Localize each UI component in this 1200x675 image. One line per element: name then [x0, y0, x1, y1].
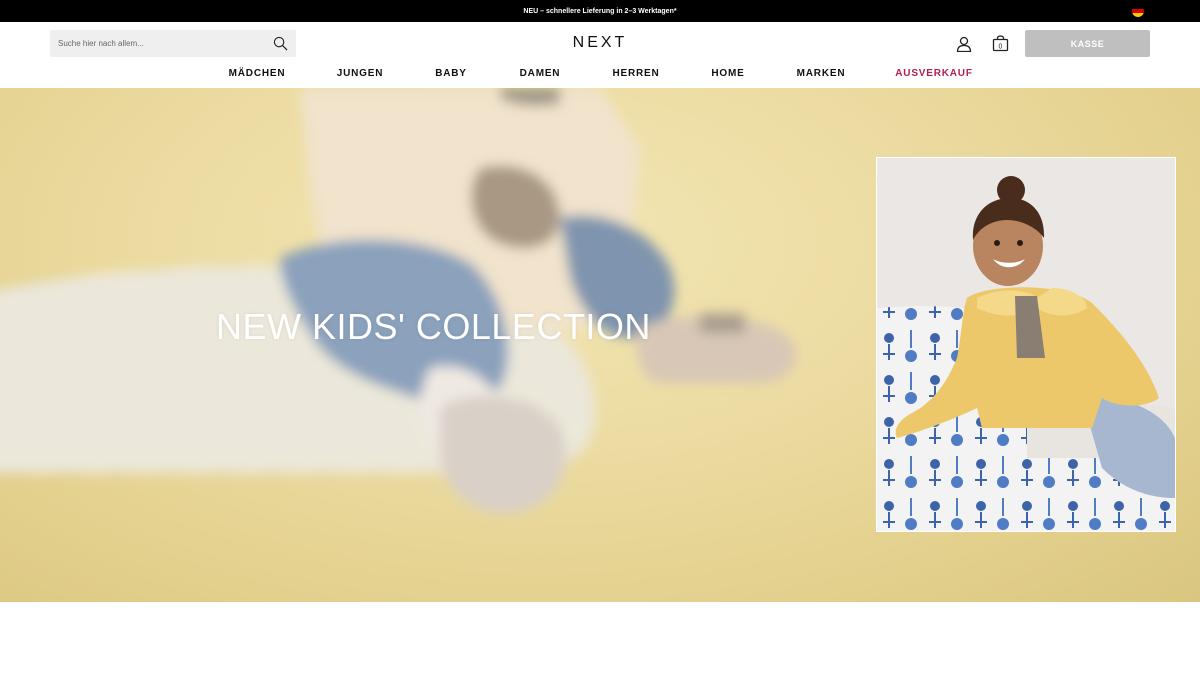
- checkout-button[interactable]: KASSE: [1025, 30, 1150, 57]
- shopping-bag-icon[interactable]: 0: [992, 35, 1009, 52]
- search-input[interactable]: [58, 39, 258, 48]
- featured-kids-illustration: [877, 158, 1175, 531]
- account-icon[interactable]: [956, 36, 972, 52]
- nav-item-damen[interactable]: DAMEN: [520, 68, 561, 79]
- hero-banner[interactable]: NEW KIDS' COLLECTION: [0, 88, 1200, 602]
- site-header: NEXT 0 KASSE: [0, 22, 1200, 66]
- nav-item-jungen[interactable]: JUNGEN: [337, 68, 383, 79]
- promo-text[interactable]: NEU – schnellere Lieferung in 2–3 Werkta…: [523, 8, 676, 15]
- nav-item-marken[interactable]: MARKEN: [797, 68, 846, 79]
- nav-item-home[interactable]: HOME: [711, 68, 744, 79]
- germany-flag-icon[interactable]: [1132, 5, 1144, 17]
- featured-kids-photo[interactable]: [876, 157, 1176, 532]
- nav-item-baby[interactable]: BABY: [435, 68, 467, 79]
- main-nav: MÄDCHEN JUNGEN BABY DAMEN HERREN HOME MA…: [0, 66, 1200, 88]
- nav-item-maedchen[interactable]: MÄDCHEN: [229, 68, 286, 79]
- search-box[interactable]: [50, 30, 296, 57]
- nav-item-herren[interactable]: HERREN: [612, 68, 659, 79]
- search-icon[interactable]: [273, 36, 288, 51]
- hero-title[interactable]: NEW KIDS' COLLECTION: [216, 306, 651, 348]
- bag-count: 0: [999, 43, 1003, 50]
- nav-item-ausverkauf[interactable]: AUSVERKAUF: [895, 68, 972, 79]
- next-logo[interactable]: NEXT: [540, 34, 660, 52]
- promo-bar[interactable]: NEU – schnellere Lieferung in 2–3 Werkta…: [0, 0, 1200, 22]
